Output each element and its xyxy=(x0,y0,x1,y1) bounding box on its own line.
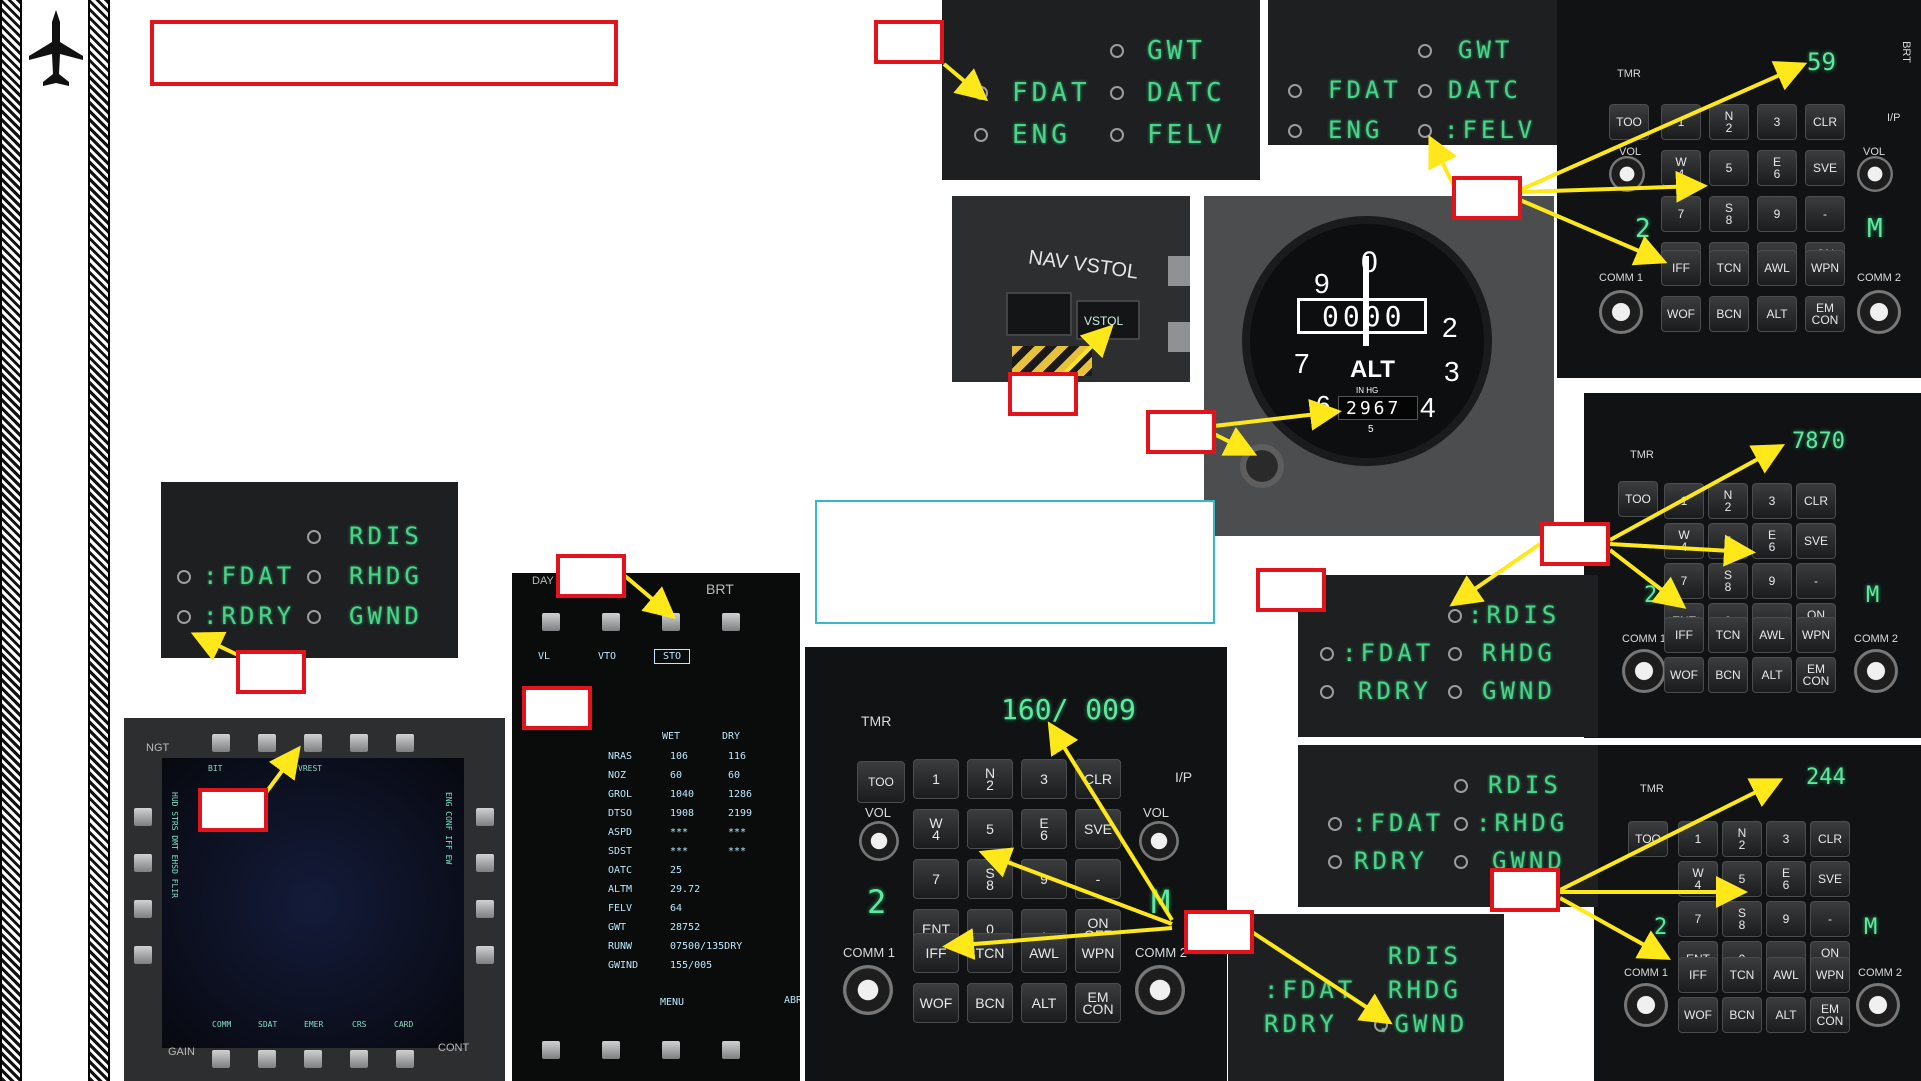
callout-box xyxy=(1184,910,1254,954)
callout-box xyxy=(1452,176,1522,220)
callout-box xyxy=(1540,522,1610,566)
callout-box xyxy=(198,788,268,832)
callout-box xyxy=(1256,568,1326,612)
callout-box xyxy=(522,686,592,730)
callout-box xyxy=(1008,372,1078,416)
callout-box xyxy=(236,650,306,694)
callout-box xyxy=(1146,410,1216,454)
callout-arrows xyxy=(190,61,1808,1025)
callout-box xyxy=(874,20,944,64)
callout-box xyxy=(1490,868,1560,912)
callout-box xyxy=(556,554,626,598)
